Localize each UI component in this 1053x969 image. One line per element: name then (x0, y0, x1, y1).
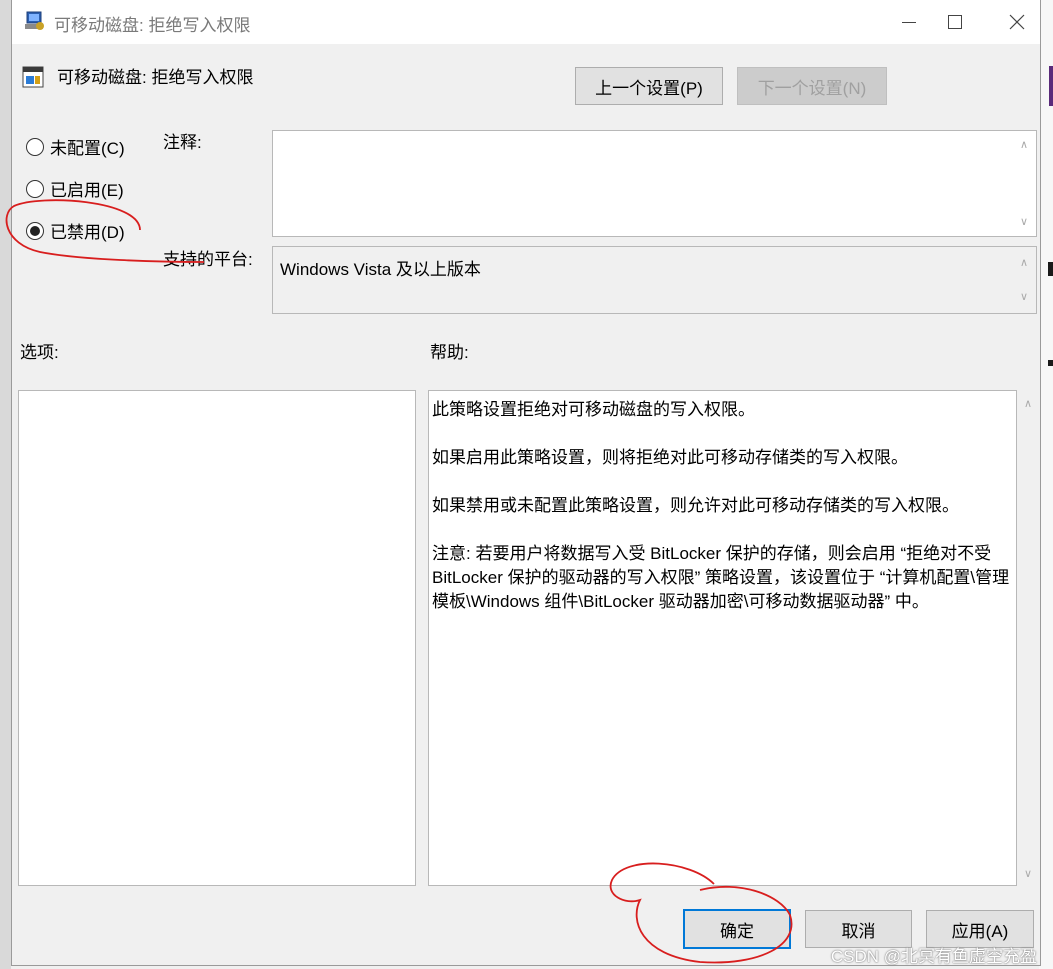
radio-label: 已禁用(D) (50, 223, 125, 242)
maximize-icon (948, 15, 962, 29)
help-paragraph: 注意: 若要用户将数据写入受 BitLocker 保护的存储，则会启用 “拒绝对… (432, 544, 1010, 611)
help-text: 此策略设置拒绝对可移动磁盘的写入权限。 如果启用此策略设置，则将拒绝对此可移动存… (432, 398, 1012, 638)
help-paragraph: 此策略设置拒绝对可移动磁盘的写入权限。 (432, 400, 755, 419)
maximize-button[interactable] (932, 0, 978, 44)
radio-label: 未配置(C) (50, 139, 125, 158)
radio-disabled[interactable]: 已禁用(D) (26, 218, 125, 243)
minimize-icon (902, 21, 916, 23)
background-right-strip (1039, 0, 1053, 969)
policy-title: 可移动磁盘: 拒绝写入权限 (57, 68, 254, 87)
policy-setting-icon (22, 66, 44, 88)
platform-field: Windows Vista 及以上版本 ∧ ∨ (272, 246, 1037, 314)
radio-circle[interactable] (26, 179, 44, 198)
ok-button[interactable]: 确定 (683, 909, 791, 949)
help-scroll-up-icon[interactable]: ∧ (1022, 398, 1034, 410)
close-button[interactable] (994, 0, 1040, 44)
help-label: 帮助: (430, 343, 469, 362)
title-bar[interactable]: 可移动磁盘: 拒绝写入权限 (12, 0, 1040, 44)
background-left-strip (0, 0, 11, 969)
watermark: CSDN @北冥有鱼虚空充盈 (830, 947, 1037, 966)
next-setting-button[interactable]: 下一个设置(N) (737, 67, 887, 105)
comment-field[interactable]: ∧ ∨ (272, 130, 1037, 237)
radio-enabled[interactable]: 已启用(E) (26, 176, 124, 201)
options-pane (18, 390, 416, 886)
minimize-button[interactable] (886, 0, 932, 44)
platform-label: 支持的平台: (163, 250, 253, 269)
scroll-up-icon[interactable]: ∧ (1018, 257, 1030, 269)
scroll-down-icon[interactable]: ∨ (1018, 291, 1030, 303)
help-scroll-down-icon[interactable]: ∨ (1022, 868, 1034, 880)
radio-circle[interactable] (26, 221, 44, 240)
background-accent (1049, 66, 1053, 106)
scroll-up-icon[interactable]: ∧ (1018, 139, 1030, 151)
platform-value: Windows Vista 及以上版本 (280, 260, 481, 279)
background-mark (1048, 262, 1053, 276)
radio-dot (30, 225, 40, 236)
previous-setting-button[interactable]: 上一个设置(P) (575, 67, 723, 105)
help-paragraph: 如果启用此策略设置，则将拒绝对此可移动存储类的写入权限。 (432, 448, 908, 467)
radio-circle[interactable] (26, 137, 44, 156)
radio-label: 已启用(E) (50, 181, 124, 200)
background-mark (1048, 360, 1053, 366)
help-paragraph: 如果禁用或未配置此策略设置，则允许对此可移动存储类的写入权限。 (432, 496, 959, 515)
radio-not-configured[interactable]: 未配置(C) (26, 134, 125, 159)
close-icon (1009, 14, 1025, 30)
window-title: 可移动磁盘: 拒绝写入权限 (54, 16, 251, 35)
scroll-down-icon[interactable]: ∨ (1018, 216, 1030, 228)
comment-label: 注释: (163, 133, 202, 152)
group-policy-icon (25, 11, 44, 30)
options-label: 选项: (20, 343, 59, 362)
